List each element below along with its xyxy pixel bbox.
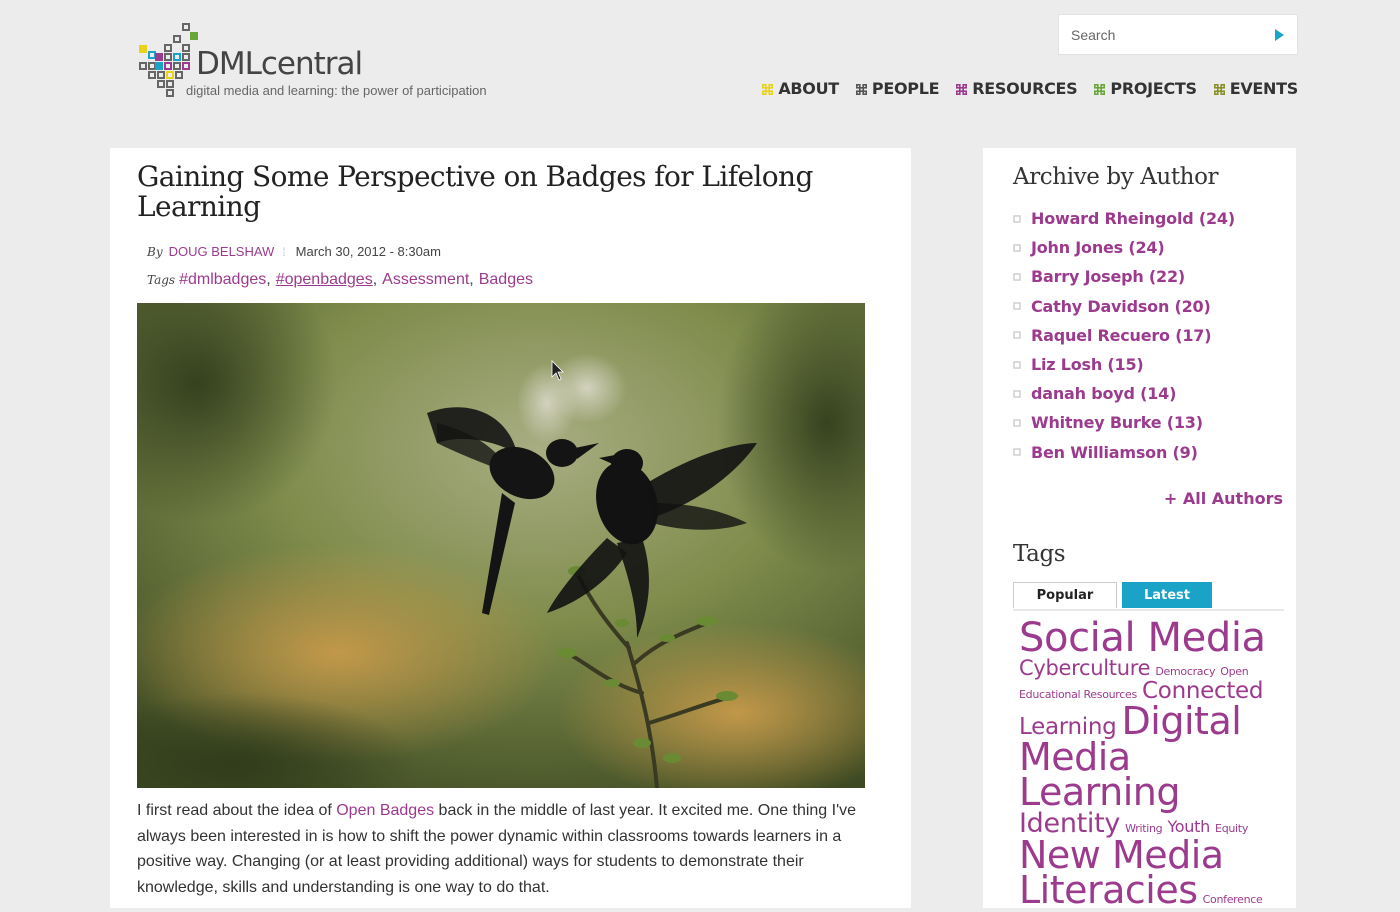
- tag-link[interactable]: #dmlbadges: [179, 271, 266, 289]
- bullet-icon: [1013, 302, 1021, 310]
- nav-bullet-icon: [762, 83, 774, 95]
- article-photo-two-birds: [137, 303, 865, 788]
- bullet-icon: [1013, 390, 1021, 398]
- article-tags: Tags #dmlbadges, #openbadges, Assessment…: [147, 271, 533, 289]
- tag-cloud: Social Media Cyberculture Democracy Open…: [1019, 618, 1285, 909]
- site-name: DMLcentral: [196, 46, 363, 82]
- article-date: March 30, 2012 - 8:30am: [295, 244, 441, 259]
- site-tagline: digital media and learning: the power of…: [186, 83, 487, 98]
- author-link[interactable]: DOUG BELSHAW: [169, 244, 275, 259]
- birds-photo-illustration: [137, 303, 865, 788]
- tab-latest[interactable]: Latest: [1122, 582, 1212, 608]
- nav-bullet-icon: [956, 83, 968, 95]
- archive-by-author-heading: Archive by Author: [1013, 164, 1219, 190]
- author-list-item[interactable]: Whitney Burke (13): [1013, 408, 1235, 437]
- tags-heading: Tags: [1013, 541, 1066, 567]
- author-list-item[interactable]: Cathy Davidson (20): [1013, 292, 1235, 321]
- search-box: [1058, 14, 1298, 55]
- bullet-icon: [1013, 360, 1021, 369]
- author-list-item[interactable]: Raquel Recuero (17): [1013, 321, 1235, 350]
- article-card: Gaining Some Perspective on Badges for L…: [110, 148, 911, 908]
- byline-separator: ⁞: [282, 244, 286, 259]
- tag-link[interactable]: Badges: [479, 271, 533, 289]
- nav-bullet-icon: [1094, 83, 1106, 95]
- bullet-icon: [1013, 448, 1021, 456]
- nav-people[interactable]: PEOPLE: [855, 79, 940, 99]
- tag-cloud-item[interactable]: Democracy: [1155, 665, 1215, 678]
- author-list-item[interactable]: danah boyd (14): [1013, 379, 1235, 408]
- nav-bullet-icon: [1213, 83, 1225, 95]
- tag-cloud-item[interactable]: Social Media: [1019, 615, 1266, 661]
- main-nav: ABOUT PEOPLE RESOURCES PROJECTS EVENTS: [762, 79, 1298, 99]
- by-label: By: [147, 244, 163, 259]
- bullet-icon: [1013, 244, 1021, 252]
- tab-popular[interactable]: Popular: [1013, 582, 1117, 608]
- author-list-item[interactable]: Howard Rheingold (24): [1013, 204, 1235, 233]
- author-list-item[interactable]: Ben Williamson (9): [1013, 438, 1235, 467]
- bullet-icon: [1013, 331, 1021, 340]
- author-list-item[interactable]: Barry Joseph (22): [1013, 262, 1235, 291]
- author-list-item[interactable]: Liz Losh (15): [1013, 350, 1235, 379]
- tag-link[interactable]: Assessment: [382, 271, 469, 289]
- bullet-icon: [1013, 273, 1021, 281]
- tags-label: Tags: [147, 273, 176, 287]
- tag-cloud-item[interactable]: New Media Literacies: [1019, 833, 1224, 912]
- sidebar: Archive by Author Howard Rheingold (24) …: [983, 148, 1296, 909]
- nav-about[interactable]: ABOUT: [762, 79, 839, 99]
- nav-bullet-icon: [855, 83, 867, 95]
- nav-about-label: ABOUT: [778, 79, 839, 98]
- nav-events[interactable]: EVENTS: [1213, 79, 1299, 99]
- tag-cloud-item[interactable]: Cyberculture: [1019, 656, 1151, 680]
- search-input[interactable]: [1059, 15, 1259, 54]
- nav-projects-label: PROJECTS: [1110, 79, 1197, 98]
- nav-resources-label: RESOURCES: [972, 79, 1078, 98]
- all-authors-link[interactable]: + All Authors: [1164, 489, 1283, 508]
- nav-people-label: PEOPLE: [871, 79, 940, 98]
- author-list: Howard Rheingold (24) John Jones (24) Ba…: [1013, 204, 1235, 467]
- search-submit-arrow-icon[interactable]: [1269, 25, 1289, 45]
- article-body: I first read about the idea of Open Badg…: [137, 802, 857, 896]
- open-badges-link[interactable]: Open Badges: [336, 802, 434, 819]
- article-title: Gaining Some Perspective on Badges for L…: [137, 160, 813, 223]
- bullet-icon: [1013, 419, 1021, 427]
- nav-resources[interactable]: RESOURCES: [956, 79, 1078, 99]
- bullet-icon: [1013, 214, 1021, 223]
- tag-tabs: Popular Latest: [1013, 582, 1284, 611]
- article-byline: By DOUG BELSHAW ⁞ March 30, 2012 - 8:30a…: [147, 244, 441, 259]
- nav-projects[interactable]: PROJECTS: [1094, 79, 1197, 99]
- tag-link[interactable]: #openbadges: [276, 271, 373, 289]
- nav-events-label: EVENTS: [1229, 79, 1299, 98]
- author-list-item[interactable]: John Jones (24): [1013, 233, 1235, 262]
- site-logo[interactable]: DMLcentral digital media and learning: t…: [136, 22, 556, 102]
- tag-cloud-item[interactable]: Conference: [1203, 893, 1263, 906]
